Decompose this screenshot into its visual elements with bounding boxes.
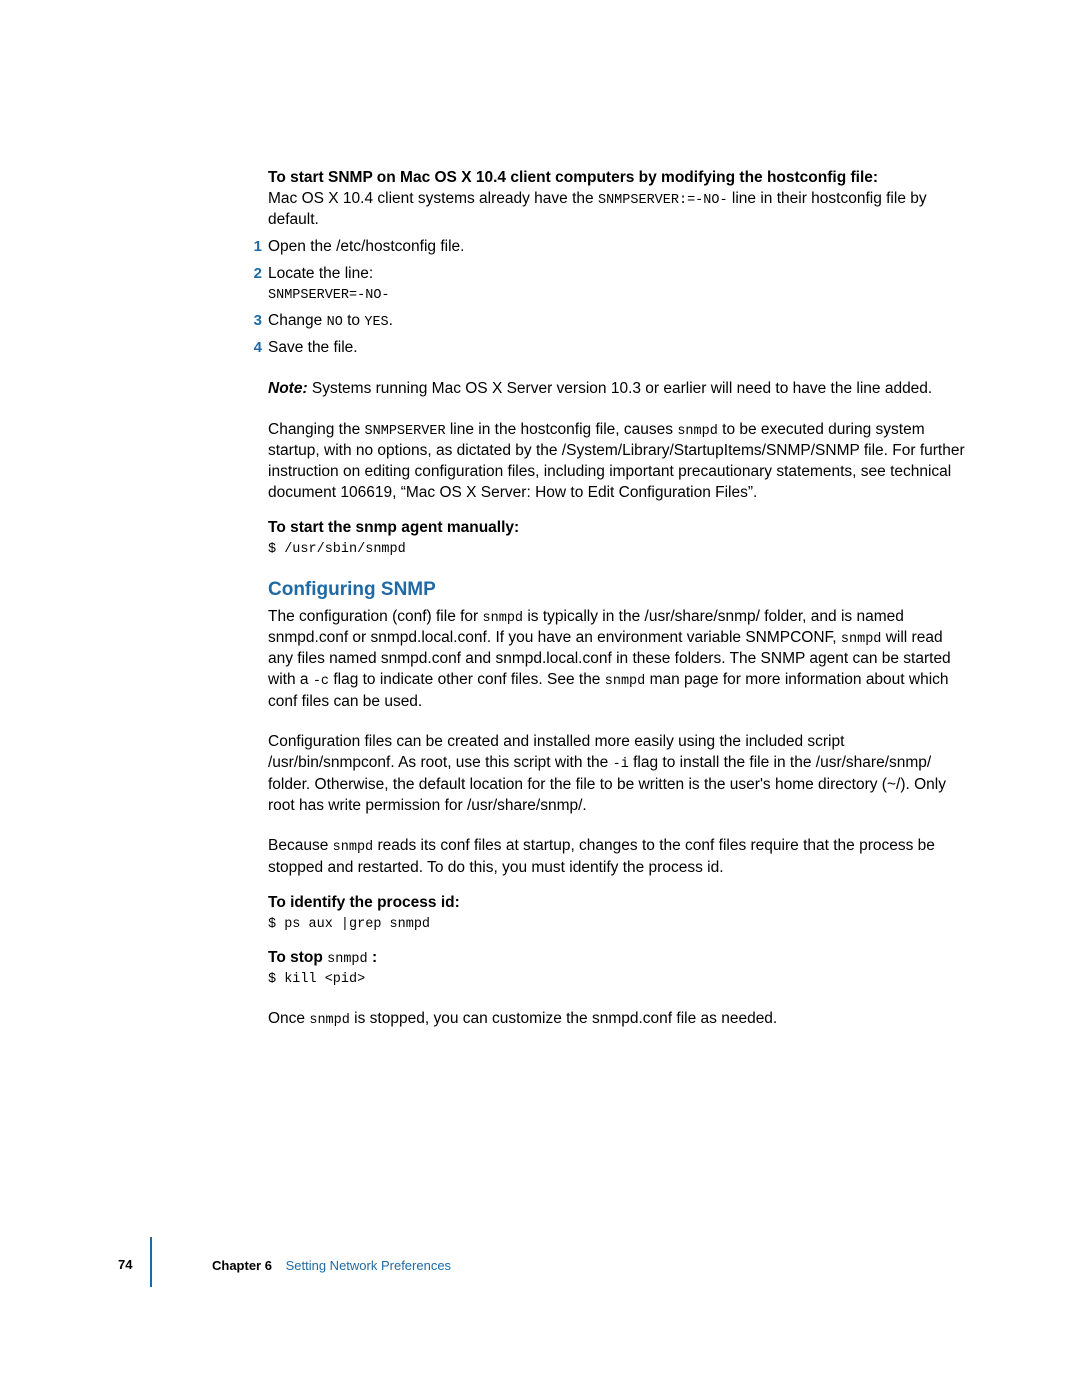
text-fragment: The configuration (conf) file for <box>268 608 483 625</box>
code-fragment: snmpd <box>841 632 882 647</box>
code-fragment: SNMPSERVER <box>365 424 446 439</box>
footer-rule <box>150 1237 152 1287</box>
changing-para: Changing the SNMPSERVER line in the host… <box>268 420 970 504</box>
step-text-fragment: to <box>343 312 365 329</box>
chapter-title: Setting Network Preferences <box>286 1258 451 1273</box>
config-p1: The configuration (conf) file for snmpd … <box>268 607 970 713</box>
text-fragment: line in the hostconfig file, causes <box>446 421 678 438</box>
code-fragment: snmpd <box>483 611 524 626</box>
steps-list: 1Open the /etc/hostconfig file.2Locate t… <box>268 237 970 359</box>
text-fragment: Changing the <box>268 421 365 438</box>
code-fragment: snmpd <box>605 674 646 689</box>
chapter-info: Chapter 6 Setting Network Preferences <box>212 1258 451 1273</box>
step-number: 1 <box>242 237 262 257</box>
note-block: Note: Systems running Mac OS X Server ve… <box>268 379 970 400</box>
config-p2: Configuration files can be created and i… <box>268 732 970 816</box>
intro-block: To start SNMP on Mac OS X 10.4 client co… <box>268 168 970 231</box>
step-item: 3Change NO to YES. <box>268 311 970 332</box>
note-label: Note: <box>268 380 308 397</box>
step-text: Open the /etc/hostconfig file. <box>268 238 464 255</box>
chapter-label: Chapter 6 <box>212 1258 272 1273</box>
step-text-fragment: Change <box>268 312 327 329</box>
step-number: 4 <box>242 338 262 358</box>
manual-code: $ /usr/sbin/snmpd <box>268 541 970 559</box>
step-item: 2Locate the line:SNMPSERVER=-NO- <box>268 264 970 305</box>
step-text: Save the file. <box>268 339 358 356</box>
step-code-block: SNMPSERVER=-NO- <box>268 287 970 305</box>
step-text-fragment: . <box>389 312 393 329</box>
config-heading: Configuring SNMP <box>268 577 970 603</box>
stop-heading-pre: To stop <box>268 949 327 966</box>
code-fragment: snmpd <box>677 424 718 439</box>
stop-heading: To stop snmpd : <box>268 948 970 969</box>
config-p3: Because snmpd reads its conf files at st… <box>268 836 970 878</box>
stop-code: $ kill <pid> <box>268 971 970 989</box>
manual-heading: To start the snmp agent manually: <box>268 518 970 539</box>
final-para: Once snmpd is stopped, you can customize… <box>268 1009 970 1030</box>
intro-text-1: Mac OS X 10.4 client systems already hav… <box>268 190 598 207</box>
step-item: 1Open the /etc/hostconfig file. <box>268 237 970 258</box>
stop-heading-post: : <box>368 949 377 966</box>
stop-heading-code: snmpd <box>327 952 368 967</box>
intro-code-1: SNMPSERVER:=-NO- <box>598 193 728 208</box>
text-fragment: is stopped, you can customize the snmpd.… <box>350 1010 777 1027</box>
identify-heading: To identify the process id: <box>268 893 970 914</box>
intro-heading: To start SNMP on Mac OS X 10.4 client co… <box>268 169 878 186</box>
step-text: Locate the line: <box>268 265 373 282</box>
text-fragment: Because <box>268 837 333 854</box>
code-fragment: snmpd <box>309 1013 350 1028</box>
step-item: 4Save the file. <box>268 338 970 359</box>
note-text: Systems running Mac OS X Server version … <box>308 380 933 397</box>
page: To start SNMP on Mac OS X 10.4 client co… <box>0 0 1080 1397</box>
code-fragment: snmpd <box>333 840 374 855</box>
page-number: 74 <box>118 1256 132 1274</box>
identify-code: $ ps aux |grep snmpd <box>268 916 970 934</box>
step-code-fragment: YES <box>364 315 388 330</box>
page-footer: 74 Chapter 6 Setting Network Preferences <box>0 1257 1080 1275</box>
step-code-fragment: NO <box>327 315 343 330</box>
text-fragment: flag to indicate other conf files. See t… <box>329 671 605 688</box>
step-number: 3 <box>242 311 262 331</box>
code-fragment: -c <box>313 674 329 689</box>
code-fragment: -i <box>613 757 629 772</box>
step-number: 2 <box>242 264 262 284</box>
text-fragment: Once <box>268 1010 309 1027</box>
